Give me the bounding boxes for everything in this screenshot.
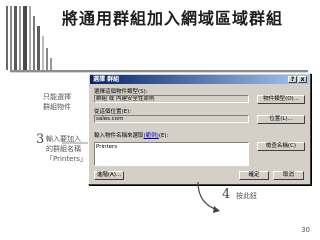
- location-field: sales.com: [94, 115, 249, 123]
- enter-names-label: 輸入物件名稱來選取(範例)(E):: [94, 131, 168, 139]
- select-groups-dialog: 選擇 群組 ? x 選擇這個物件類型(S): 群組 或 內建安全性原則 物件類型…: [88, 73, 311, 185]
- dialog-titlebar[interactable]: 選擇 群組 ? x: [90, 75, 309, 84]
- slide-title: 將通用群組加入網域區域群組: [62, 9, 284, 28]
- slide-decoration-bars: [6, 6, 52, 70]
- step-4-number: 4: [222, 187, 231, 202]
- object-type-field: 群組 或 內建安全性原則: [94, 95, 249, 103]
- enter-names-suffix: (E):: [158, 133, 169, 139]
- annotation-step-4: 按此鈕: [236, 192, 257, 200]
- annotation-group-objects-only: 只能選擇 群組物件: [43, 93, 71, 111]
- help-button[interactable]: ?: [288, 76, 297, 83]
- annotation-step-3: 輸入要加入 的群組名稱 「Printers」: [46, 135, 87, 163]
- step-3-number: 3: [36, 132, 45, 147]
- object-names-input[interactable]: Printers: [94, 142, 249, 166]
- object-type-label: 選擇這個物件類型(S):: [94, 89, 148, 95]
- page-number: 30: [301, 226, 310, 234]
- check-names-button[interactable]: 檢查名稱(C): [257, 142, 305, 151]
- examples-link[interactable]: (範例): [144, 133, 159, 139]
- object-types-button[interactable]: 物件類型(O)...: [257, 95, 305, 104]
- object-names-value: Printers: [96, 144, 118, 150]
- close-button[interactable]: x: [298, 76, 307, 83]
- enter-names-prefix: 輸入物件名稱來選取: [94, 133, 144, 139]
- ok-button[interactable]: 確定: [239, 171, 269, 180]
- location-label: 從這個位置(E):: [94, 109, 132, 115]
- step-4-arrow-icon: [197, 181, 220, 213]
- cancel-button[interactable]: 取消: [273, 171, 304, 180]
- advanced-button[interactable]: 進階(A)...: [94, 171, 124, 180]
- dialog-title: 選擇 群組: [93, 76, 120, 83]
- locations-button[interactable]: 位置(L)...: [257, 115, 305, 124]
